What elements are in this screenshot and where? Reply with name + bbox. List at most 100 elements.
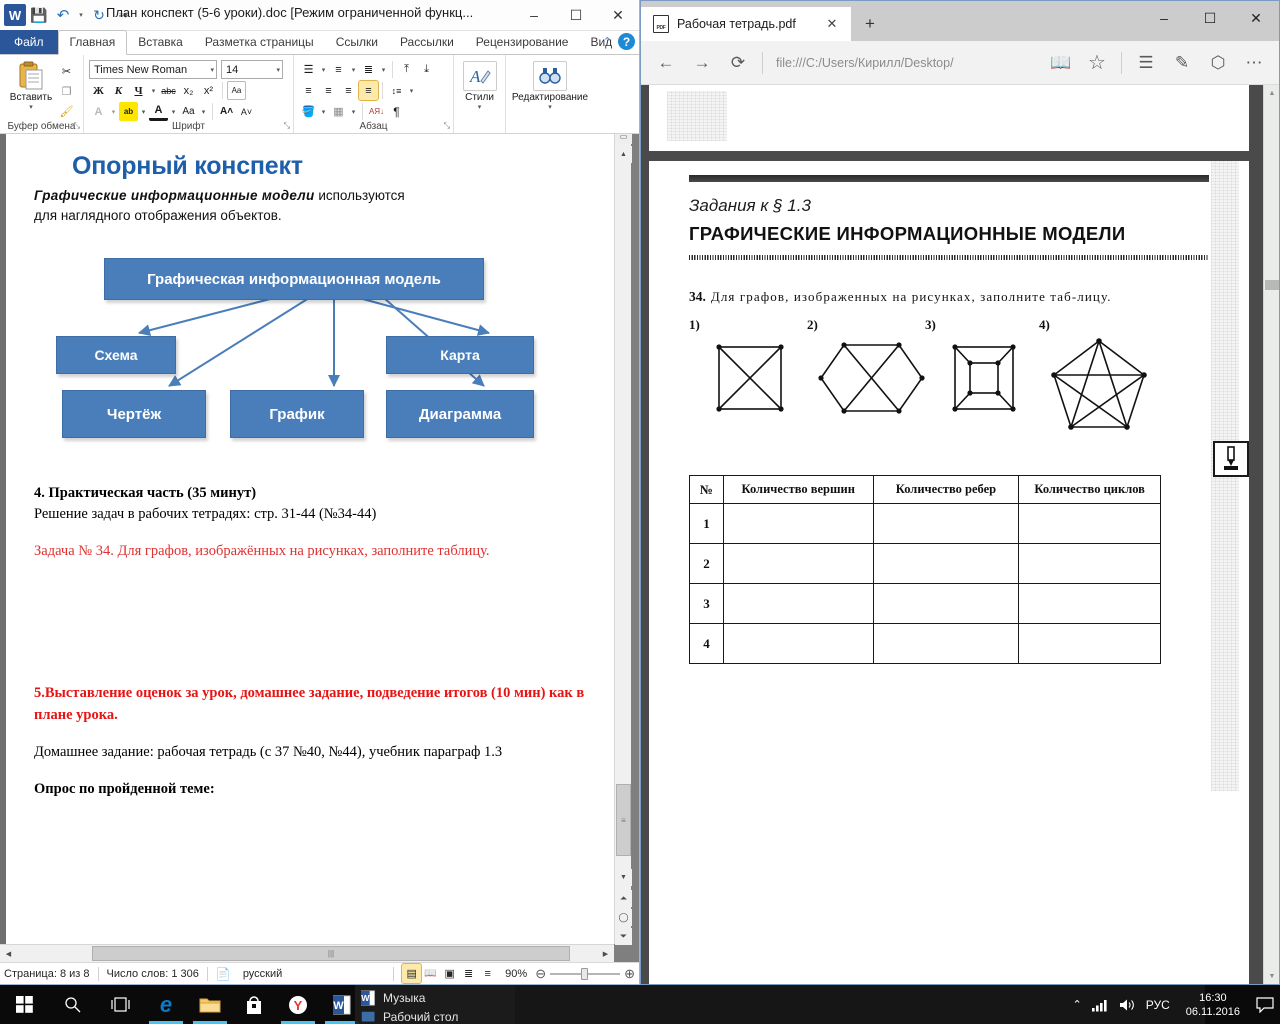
pdf-answer-table[interactable]: № Количество вершин Количество ребер Кол… (689, 475, 1161, 664)
tab-home[interactable]: Главная (57, 30, 128, 55)
status-page[interactable]: Страница: 8 из 8 (4, 968, 90, 980)
borders-dropdown-icon[interactable]: ▾ (349, 102, 358, 121)
show-formatting-button[interactable]: ¶ (387, 102, 406, 121)
table-cell-cycles[interactable] (1018, 543, 1161, 584)
pdf-scroll-down-arrow[interactable]: ▼ (1264, 968, 1279, 984)
align-center-button[interactable]: ≡ (319, 81, 338, 100)
status-language[interactable]: русский (243, 968, 282, 980)
tab-mailings[interactable]: Рассылки (389, 31, 465, 54)
numbering-button[interactable]: ≡ (329, 60, 348, 79)
font-name-combobox[interactable]: Times New Roman ▾ (89, 60, 217, 79)
increase-indent-button[interactable]: ⤓ (417, 60, 436, 79)
taskbar-app-store[interactable] (232, 985, 276, 1024)
pdf-scrollbar[interactable]: ▲ ▼ (1263, 85, 1279, 984)
underline-button[interactable]: Ч (129, 81, 148, 100)
save-icon[interactable]: 💾 (28, 4, 50, 26)
select-browse-object-button[interactable]: ◯ (615, 909, 632, 926)
align-justify-button[interactable]: ≡ (358, 80, 379, 101)
scroll-down-arrow[interactable]: ▼ (615, 869, 632, 886)
text-effects-dropdown-icon[interactable]: ▾ (109, 102, 118, 121)
previous-page-button[interactable]: ⏶ (615, 890, 632, 907)
search-button[interactable] (48, 985, 96, 1024)
font-size-combobox[interactable]: 14 ▾ (221, 60, 283, 79)
editing-button[interactable]: Редактирование ▾ (511, 59, 589, 133)
next-page-button[interactable]: ⏷ (615, 928, 632, 945)
table-cell-vertices[interactable] (722, 583, 874, 624)
line-spacing-dropdown-icon[interactable]: ▾ (407, 81, 416, 100)
tab-page-layout[interactable]: Разметка страницы (194, 31, 325, 54)
edge-maximize-button[interactable]: ☐ (1187, 1, 1233, 35)
notification-icon[interactable] (1256, 996, 1274, 1013)
decrease-indent-button[interactable]: ⤒ (397, 60, 416, 79)
table-cell-edges[interactable] (872, 623, 1020, 664)
scroll-up-arrow[interactable]: ▲ (615, 146, 632, 163)
shading-dropdown-icon[interactable]: ▾ (319, 102, 328, 121)
table-cell-vertices[interactable] (722, 623, 874, 664)
zoom-slider[interactable] (550, 967, 621, 980)
font-color-dropdown-icon[interactable]: ▾ (169, 102, 178, 121)
table-cell-edges[interactable] (872, 503, 1020, 544)
task-view-button[interactable] (96, 985, 144, 1024)
paste-dropdown-icon[interactable]: ▾ (29, 103, 33, 111)
word-scroll-thumb[interactable]: ≡ (616, 784, 631, 856)
cut-icon[interactable]: ✂ (57, 62, 76, 81)
grow-font-button[interactable]: A˄ (217, 102, 236, 121)
forward-icon[interactable]: → (685, 46, 719, 80)
hub-icon[interactable]: ☰ (1129, 46, 1163, 80)
numbering-dropdown-icon[interactable]: ▾ (349, 60, 358, 79)
refresh-icon[interactable]: ⟳ (721, 46, 755, 80)
word-horizontal-scrollbar[interactable]: ◀ ||| ▶ (0, 944, 614, 962)
tab-references[interactable]: Ссылки (325, 31, 389, 54)
status-word-count[interactable]: Число слов: 1 306 (107, 968, 199, 980)
taskbar-jumplist[interactable]: W Музыка Рабочий стол (355, 985, 515, 1024)
multilevel-dropdown-icon[interactable]: ▾ (379, 60, 388, 79)
taskbar-app-yandex[interactable]: Y (276, 985, 320, 1024)
pdf-scroll-up-arrow[interactable]: ▲ (1264, 85, 1279, 101)
outline-view-button[interactable]: ≣ (459, 964, 478, 983)
start-button[interactable] (0, 985, 48, 1024)
word-close-button[interactable]: ✕ (597, 0, 639, 30)
shrink-font-button[interactable]: A˅ (237, 102, 256, 121)
align-left-button[interactable]: ≡ (299, 81, 318, 100)
table-cell-cycles[interactable] (1018, 583, 1161, 624)
format-painter-icon[interactable]: 🖌 (57, 102, 76, 121)
font-dialog-launcher[interactable]: ⤡ (284, 121, 290, 131)
undo-dropdown-icon[interactable]: ▾ (76, 4, 86, 26)
table-cell-edges[interactable] (872, 543, 1020, 584)
editing-dropdown-icon[interactable]: ▾ (548, 103, 552, 111)
sort-button[interactable]: АЯ↓ (367, 102, 386, 121)
share-icon[interactable]: ⬡ (1201, 46, 1235, 80)
reading-view-icon[interactable]: 📖 (1044, 46, 1078, 80)
highlight-color-button[interactable]: ab (119, 102, 138, 121)
italic-button[interactable]: К (109, 81, 128, 100)
highlight-dropdown-icon[interactable]: ▾ (139, 102, 148, 121)
split-bar-handle[interactable]: ▭ (615, 134, 632, 144)
edge-minimize-button[interactable]: – (1141, 1, 1187, 35)
pdf-current-page[interactable]: Задания к § 1.3 ГРАФИЧЕСКИЕ ИНФОРМАЦИОНН… (649, 161, 1249, 984)
word-vertical-scrollbar[interactable]: ▭ ▲ ≡ ▼ ⏶ ◯ ⏷ (614, 134, 632, 945)
paragraph-dialog-launcher[interactable]: ⤡ (444, 121, 450, 131)
styles-button[interactable]: A Стили ▾ (459, 59, 500, 133)
web-note-icon[interactable]: ✎ (1165, 46, 1199, 80)
tab-file[interactable]: Файл (0, 30, 58, 54)
web-layout-view-button[interactable]: ▣ (440, 964, 459, 983)
word-maximize-button[interactable]: ☐ (555, 0, 597, 30)
jumplist-item-music[interactable]: W Музыка (361, 988, 515, 1007)
scroll-left-arrow[interactable]: ◀ (0, 945, 17, 962)
styles-dropdown-icon[interactable]: ▾ (478, 103, 482, 111)
more-options-icon[interactable]: ⋯ (1237, 46, 1271, 80)
bold-button[interactable]: Ж (89, 81, 108, 100)
word-page[interactable]: Опорный конспект Графические информацион… (0, 134, 614, 944)
word-minimize-button[interactable]: – (513, 0, 555, 30)
text-effects-button[interactable]: A (89, 102, 108, 121)
clipboard-dialog-launcher[interactable]: ⤡ (74, 121, 80, 131)
subscript-button[interactable]: x₂ (179, 81, 198, 100)
strikethrough-button[interactable]: abc (159, 81, 178, 100)
edge-tab-close-icon[interactable]: ✕ (821, 13, 843, 35)
zoom-in-button[interactable]: ⊕ (624, 966, 635, 982)
taskbar-app-file-explorer[interactable] (188, 985, 232, 1024)
change-case-button[interactable]: Aa (179, 102, 198, 121)
multilevel-list-button[interactable]: ≣ (359, 60, 378, 79)
draft-view-button[interactable]: ≡ (478, 964, 497, 983)
edge-tab-active[interactable]: PDF Рабочая тетрадь.pdf ✕ (641, 7, 851, 41)
